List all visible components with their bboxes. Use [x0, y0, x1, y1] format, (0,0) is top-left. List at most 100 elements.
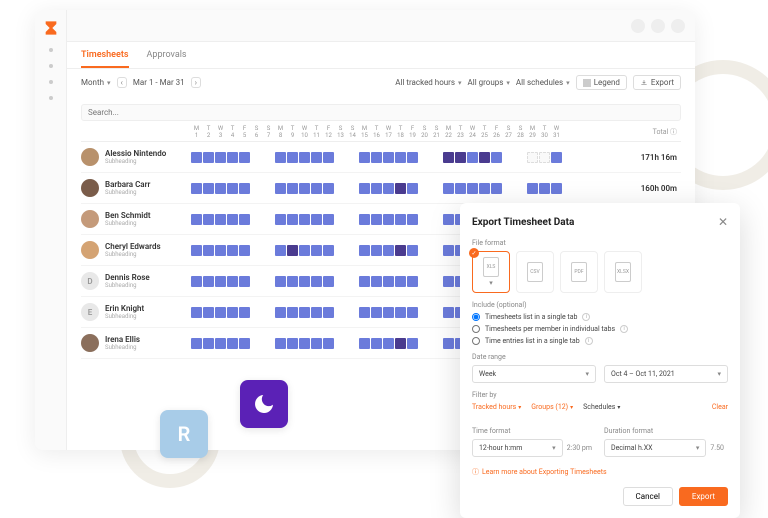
day-cell[interactable] [227, 152, 238, 163]
opt-entries[interactable]: Time entries list in a single tabi [472, 337, 728, 345]
day-cell[interactable] [347, 338, 358, 349]
day-cell[interactable] [443, 338, 454, 349]
day-cell[interactable] [503, 183, 514, 194]
day-cell[interactable] [311, 183, 322, 194]
day-cell[interactable] [191, 152, 202, 163]
day-cell[interactable] [431, 152, 442, 163]
day-cell[interactable] [335, 183, 346, 194]
day-cell[interactable] [275, 152, 286, 163]
day-cell[interactable] [287, 183, 298, 194]
learn-more-link[interactable]: ⓘ Learn more about Exporting Timesheets [472, 467, 607, 477]
day-cell[interactable] [203, 152, 214, 163]
opt-single-tab[interactable]: Timesheets list in a single tabi [472, 313, 728, 321]
day-cell[interactable] [203, 214, 214, 225]
filter-groups[interactable]: All groups [468, 78, 510, 87]
day-cell[interactable] [275, 214, 286, 225]
day-cell[interactable] [443, 245, 454, 256]
day-cell[interactable] [503, 152, 514, 163]
day-cell[interactable] [239, 245, 250, 256]
day-cell[interactable] [323, 214, 334, 225]
day-cell[interactable] [263, 338, 274, 349]
day-cell[interactable] [251, 183, 262, 194]
day-cell[interactable] [263, 152, 274, 163]
day-cell[interactable] [323, 338, 334, 349]
day-cell[interactable] [215, 214, 226, 225]
legend-button[interactable]: Legend [576, 75, 627, 90]
day-cell[interactable] [491, 152, 502, 163]
day-cell[interactable] [371, 245, 382, 256]
time-format-select[interactable]: 12-hour h:mm [472, 439, 563, 457]
day-cell[interactable] [443, 214, 454, 225]
day-cell[interactable] [203, 245, 214, 256]
day-cell[interactable] [275, 245, 286, 256]
day-cell[interactable] [239, 152, 250, 163]
day-cell[interactable] [191, 338, 202, 349]
day-cell[interactable] [287, 307, 298, 318]
day-cell[interactable] [287, 214, 298, 225]
day-cell[interactable] [419, 152, 430, 163]
day-cell[interactable] [323, 245, 334, 256]
day-cell[interactable] [227, 338, 238, 349]
day-cell[interactable] [311, 214, 322, 225]
day-cell[interactable] [299, 183, 310, 194]
day-cell[interactable] [359, 338, 370, 349]
format-xlsx[interactable]: XLSX [604, 251, 642, 293]
clear-filters[interactable]: Clear [712, 403, 728, 411]
day-cell[interactable] [419, 307, 430, 318]
day-cell[interactable] [263, 214, 274, 225]
day-cell[interactable] [215, 245, 226, 256]
format-xls[interactable]: XLS [472, 251, 510, 293]
day-cell[interactable] [287, 276, 298, 287]
day-cell[interactable] [215, 307, 226, 318]
format-csv[interactable]: CSV [516, 251, 554, 293]
filter-schedules[interactable]: Schedules [583, 403, 620, 411]
day-cell[interactable] [371, 338, 382, 349]
day-cell[interactable] [551, 183, 562, 194]
day-cell[interactable] [323, 152, 334, 163]
day-cell[interactable] [335, 307, 346, 318]
day-cell[interactable] [191, 245, 202, 256]
day-cell[interactable] [395, 214, 406, 225]
day-cell[interactable] [227, 307, 238, 318]
day-cell[interactable] [419, 338, 430, 349]
day-cell[interactable] [395, 338, 406, 349]
opt-per-member[interactable]: Timesheets per member in individual tabs… [472, 325, 728, 333]
day-cell[interactable] [455, 183, 466, 194]
day-cell[interactable] [311, 152, 322, 163]
day-cell[interactable] [347, 183, 358, 194]
day-cell[interactable] [431, 338, 442, 349]
day-cell[interactable] [395, 183, 406, 194]
filter-tracked-hours[interactable]: Tracked hours [472, 403, 521, 411]
export-submit-button[interactable]: Export [679, 487, 728, 506]
day-cell[interactable] [371, 214, 382, 225]
day-cell[interactable] [191, 214, 202, 225]
day-cell[interactable] [263, 245, 274, 256]
day-cell[interactable] [323, 276, 334, 287]
day-cell[interactable] [479, 152, 490, 163]
day-cell[interactable] [383, 245, 394, 256]
day-cell[interactable] [203, 307, 214, 318]
day-cell[interactable] [335, 276, 346, 287]
day-cell[interactable] [443, 307, 454, 318]
date-period-select[interactable]: Week [472, 365, 596, 383]
prev-period[interactable]: ‹ [117, 77, 127, 88]
day-cell[interactable] [311, 276, 322, 287]
day-cell[interactable] [395, 245, 406, 256]
day-cell[interactable] [359, 245, 370, 256]
day-cell[interactable] [359, 307, 370, 318]
day-cell[interactable] [215, 276, 226, 287]
day-cell[interactable] [239, 183, 250, 194]
day-cell[interactable] [311, 338, 322, 349]
day-cell[interactable] [239, 338, 250, 349]
day-cell[interactable] [347, 276, 358, 287]
day-cell[interactable] [311, 307, 322, 318]
day-cell[interactable] [347, 307, 358, 318]
day-cell[interactable] [419, 276, 430, 287]
day-cell[interactable] [455, 152, 466, 163]
day-cell[interactable] [443, 152, 454, 163]
day-cell[interactable] [359, 152, 370, 163]
day-cell[interactable] [359, 183, 370, 194]
day-cell[interactable] [323, 307, 334, 318]
day-cell[interactable] [251, 276, 262, 287]
day-cell[interactable] [287, 152, 298, 163]
